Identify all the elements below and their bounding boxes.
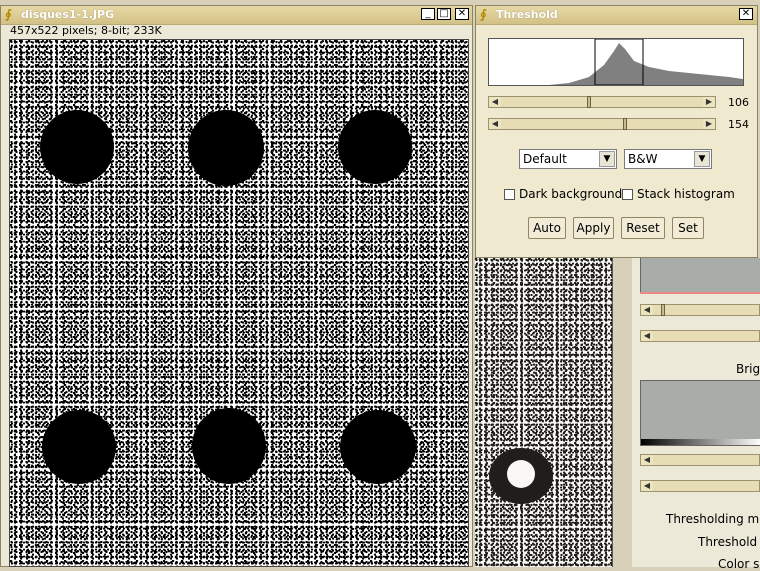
threshold-titlebar[interactable]: ∮ Threshold ✕	[476, 6, 757, 25]
disc-bottom-left	[42, 410, 116, 484]
slider-4[interactable]: ◀	[640, 480, 760, 492]
chevron-down-icon[interactable]: ▼	[694, 151, 710, 167]
lower-threshold-slider[interactable]: ◀ ▶	[488, 96, 716, 108]
slider-1[interactable]: ◀	[640, 304, 760, 316]
method-value: Default	[523, 152, 567, 166]
chevron-down-icon[interactable]: ▼	[599, 151, 615, 167]
threshold-close-button[interactable]: ✕	[739, 8, 753, 20]
image-info: 457x522 pixels; 8-bit; 233K	[10, 24, 162, 37]
reset-button[interactable]: Reset	[621, 217, 665, 239]
color-space-label: Color s	[718, 557, 760, 571]
threshold-dialog: ∮ Threshold ✕ ◀ ▶ 106 ◀ ▶ 154 Default ▼ …	[475, 5, 758, 258]
histogram-preview	[640, 258, 760, 293]
stack-histogram-label[interactable]: Stack histogram	[637, 187, 735, 201]
slider-right-arrow-icon[interactable]: ▶	[703, 97, 715, 107]
disc-top-middle	[188, 110, 264, 186]
dark-background-checkbox[interactable]	[504, 189, 515, 200]
set-button[interactable]: Set	[672, 217, 704, 239]
histogram	[488, 38, 744, 86]
lower-slider-thumb[interactable]	[587, 96, 591, 108]
dark-background-label[interactable]: Dark background	[519, 187, 622, 201]
slider-left-arrow-icon[interactable]: ◀	[489, 97, 501, 107]
background-image	[475, 258, 613, 567]
slider-2[interactable]: ◀	[640, 330, 760, 342]
image-window: ∮ disques1-1.JPG _ □ ✕ 457x522 pixels; 8…	[0, 5, 473, 567]
threshold-label: Threshold c	[698, 535, 760, 549]
slider-right-arrow-icon[interactable]: ▶	[703, 119, 715, 129]
threshold-title: Threshold	[496, 8, 558, 21]
display-mode-value: B&W	[628, 152, 658, 166]
upper-threshold-slider[interactable]: ◀ ▶	[488, 118, 716, 130]
close-button[interactable]: ✕	[455, 8, 469, 20]
thresholded-image[interactable]	[9, 39, 469, 567]
slider-left-arrow-icon[interactable]: ◀	[489, 119, 501, 129]
brightness-plot	[640, 380, 760, 446]
display-mode-select[interactable]: B&W ▼	[624, 149, 712, 169]
disc-top-right	[338, 110, 412, 184]
histogram-curve	[489, 43, 743, 85]
image-window-titlebar[interactable]: ∮ disques1-1.JPG _ □ ✕	[1, 6, 472, 25]
auto-button[interactable]: Auto	[528, 217, 566, 239]
stack-histogram-checkbox[interactable]	[622, 189, 633, 200]
histogram-chart	[489, 39, 743, 85]
imagej-icon: ∮	[480, 7, 487, 21]
upper-threshold-value: 154	[728, 118, 749, 131]
apply-button[interactable]: Apply	[573, 217, 614, 239]
upper-slider-thumb[interactable]	[623, 118, 627, 130]
disc-bottom-right	[340, 410, 416, 484]
right-panel: ◀ ◀ Brigh ◀ ◀ Thresholding me Threshold …	[632, 258, 760, 571]
ring-disc	[489, 448, 553, 504]
maximize-button[interactable]: □	[437, 8, 451, 20]
thresholding-method-label: Thresholding me	[666, 512, 760, 526]
disc-top-left	[40, 110, 114, 184]
lower-threshold-value: 106	[728, 96, 749, 109]
method-select[interactable]: Default ▼	[519, 149, 617, 169]
image-window-title: disques1-1.JPG	[21, 8, 115, 21]
brightness-label: Brigh	[736, 362, 760, 376]
slider-3[interactable]: ◀	[640, 454, 760, 466]
imagej-icon: ∮	[5, 7, 12, 21]
disc-bottom-middle	[192, 408, 266, 484]
minimize-button[interactable]: _	[421, 8, 435, 20]
